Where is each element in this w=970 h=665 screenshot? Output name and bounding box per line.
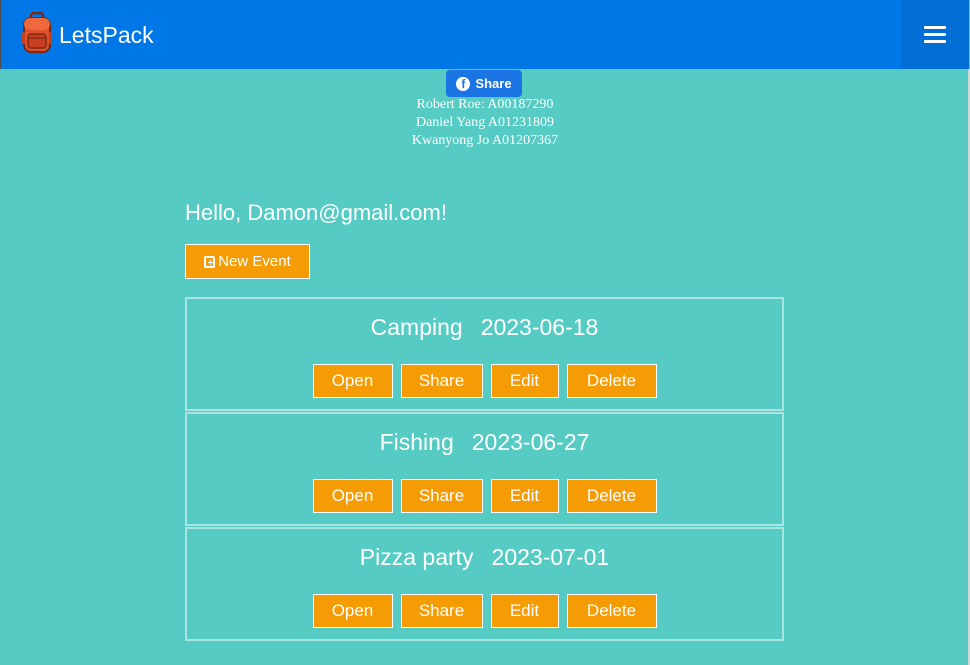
facebook-share-button[interactable]: f Share [446,70,522,97]
credit-line: Daniel Yang A01231809 [415,115,555,130]
edit-button[interactable]: Edit [490,594,559,628]
event-actions: Open Share Edit Delete [187,479,782,513]
facebook-icon: f [456,76,471,91]
share-button[interactable]: Share [400,364,483,398]
open-button[interactable]: Open [312,479,393,513]
share-button[interactable]: Share [400,479,483,513]
edit-button[interactable]: Edit [490,364,559,398]
delete-button[interactable]: Delete [566,364,657,398]
event-list: Camping 2023-06-18 Open Share Edit Delete… [185,297,784,642]
event-card: Fishing 2023-06-27 Open Share Edit Delete [185,412,784,526]
event-date: 2023-07-01 [491,544,610,570]
event-card: Pizza party 2023-07-01 Open Share Edit De… [185,527,784,641]
event-actions: Open Share Edit Delete [187,364,782,398]
delete-button[interactable]: Delete [566,479,657,513]
event-date: 2023-06-18 [480,314,599,340]
delete-button[interactable]: Delete [566,594,657,628]
facebook-share-label: Share [475,76,512,91]
credit-line: Robert Roe: A00187290 [416,97,554,112]
event-date: 2023-06-27 [471,429,590,455]
event-name: Camping [370,314,463,340]
share-button[interactable]: Share [400,594,483,628]
new-event-label: New Event [218,253,291,270]
event-title: Fishing 2023-06-27 [187,429,782,456]
hamburger-menu-icon [924,22,946,47]
navbar: LetsPack [0,0,969,69]
calendar-plus-icon [204,255,216,268]
credit-line: Kwanyong Jo A01207367 [411,133,559,148]
edit-button[interactable]: Edit [490,479,559,513]
brand-name: LetsPack [59,21,154,48]
event-name: Pizza party [359,544,474,570]
credits: Robert Roe: A00187290 Daniel Yang A01231… [0,96,970,150]
event-actions: Open Share Edit Delete [187,594,782,628]
event-card: Camping 2023-06-18 Open Share Edit Delete [185,297,784,411]
event-name: Fishing [379,429,454,455]
open-button[interactable]: Open [312,594,393,628]
brand[interactable]: LetsPack [22,11,154,59]
backpack-icon [22,11,52,59]
event-title: Camping 2023-06-18 [187,314,782,341]
greeting: Hello, Damon@gmail.com! [185,200,447,225]
open-button[interactable]: Open [312,364,393,398]
menu-button[interactable] [901,0,969,69]
event-title: Pizza party 2023-07-01 [187,544,782,571]
new-event-button[interactable]: New Event [185,244,310,279]
